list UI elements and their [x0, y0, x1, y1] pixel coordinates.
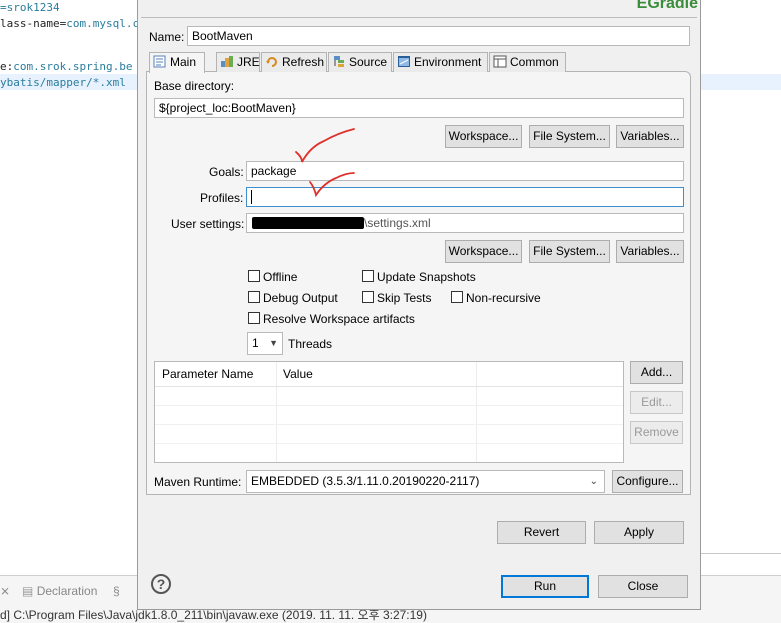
jre-icon	[220, 55, 234, 68]
threads-label: Threads	[288, 337, 333, 351]
declaration-icon: ▤	[22, 584, 34, 598]
chevron-down-icon: ▼	[269, 338, 278, 348]
help-icon[interactable]: ?	[151, 574, 171, 594]
close-button[interactable]: Close	[598, 575, 688, 598]
header-divider	[155, 386, 623, 387]
skip-tests-label: Skip Tests	[377, 291, 432, 305]
resolve-workspace-label: Resolve Workspace artifacts	[263, 312, 415, 326]
goals-label: Goals:	[209, 165, 244, 179]
column-header-value[interactable]: Value	[276, 362, 476, 386]
row-divider	[155, 424, 623, 425]
code-line-2: lass-name=com.mysql.c	[0, 17, 140, 30]
maven-runtime-value: EMBEDDED (3.5.3/1.11.0.20190220-2117)	[251, 474, 480, 488]
remove-button[interactable]: Remove	[630, 421, 683, 444]
code-line-3: e:com.srok.spring.be	[0, 60, 133, 73]
plugin-title: EGradle	[636, 0, 698, 12]
resolve-workspace-checkbox[interactable]	[248, 312, 260, 324]
update-snapshots-checkbox[interactable]	[362, 270, 374, 282]
search-tab-icon[interactable]: §	[113, 584, 120, 598]
revert-button[interactable]: Revert	[497, 521, 586, 544]
tab-environment[interactable]: Environment	[393, 52, 488, 72]
user-settings-label: User settings:	[171, 217, 245, 231]
debug-output-checkbox[interactable]	[248, 291, 260, 303]
tab-source-label: Source	[349, 55, 388, 69]
configure-button[interactable]: Configure...	[612, 470, 683, 493]
column-divider	[276, 362, 277, 462]
tab-refresh-label: Refresh	[282, 55, 325, 69]
row-divider	[155, 443, 623, 444]
column-divider	[476, 362, 477, 462]
apply-button[interactable]: Apply	[594, 521, 684, 544]
non-recursive-label: Non-recursive	[466, 291, 541, 305]
column-header-parameter-name[interactable]: Parameter Name	[155, 362, 276, 386]
goals-field[interactable]: package	[246, 161, 684, 181]
redacted-path	[252, 217, 364, 229]
code-editor: =srok1234 lass-name=com.mysql.c e:com.sr…	[0, 0, 140, 575]
threads-select[interactable]: 1 ▼	[247, 332, 283, 355]
tab-jre-label: JRE	[237, 55, 260, 69]
source-icon	[332, 55, 346, 68]
declaration-tab[interactable]: ▤ Declaration	[22, 584, 97, 598]
code-line-1: =srok1234	[0, 1, 60, 14]
environment-icon	[397, 55, 411, 68]
maven-runtime-select[interactable]: EMBEDDED (3.5.3/1.11.0.20190220-2117) ⌄	[246, 470, 605, 493]
editor-right-divider	[701, 553, 781, 554]
update-snapshots-label: Update Snapshots	[377, 270, 476, 284]
variables-button[interactable]: Variables...	[616, 125, 684, 148]
code-line-4: ybatis/mapper/*.xml	[0, 76, 126, 89]
workspace-button-2[interactable]: Workspace...	[445, 240, 522, 263]
tab-main-label: Main	[170, 55, 197, 69]
run-button[interactable]: Run	[501, 575, 589, 598]
base-directory-field[interactable]: ${project_loc:BootMaven}	[154, 98, 684, 118]
file-system-button[interactable]: File System...	[529, 125, 610, 148]
dialog-top-divider	[141, 17, 697, 18]
profiles-label: Profiles:	[200, 191, 244, 205]
tab-common-label: Common	[510, 55, 559, 69]
tab-common[interactable]: Common	[489, 52, 566, 72]
file-system-button-2[interactable]: File System...	[529, 240, 610, 263]
tab-jre[interactable]: JRE	[216, 52, 260, 72]
chevron-down-icon: ⌄	[589, 476, 598, 487]
common-icon	[493, 55, 507, 68]
workspace-button[interactable]: Workspace...	[445, 125, 522, 148]
tab-environment-label: Environment	[414, 55, 482, 69]
name-label: Name:	[149, 30, 185, 44]
refresh-icon	[265, 55, 279, 68]
add-button[interactable]: Add...	[630, 361, 683, 384]
offline-label: Offline	[263, 270, 298, 284]
offline-checkbox[interactable]	[248, 270, 260, 282]
name-field[interactable]: BootMaven	[187, 26, 690, 46]
edit-button[interactable]: Edit...	[630, 391, 683, 414]
main-tab-icon	[153, 55, 167, 68]
variables-button-2[interactable]: Variables...	[616, 240, 684, 263]
non-recursive-checkbox[interactable]	[451, 291, 463, 303]
skip-tests-checkbox[interactable]	[362, 291, 374, 303]
close-icon[interactable]: ⨯	[0, 584, 10, 598]
threads-value: 1	[252, 336, 259, 350]
text-cursor	[251, 190, 252, 204]
tab-refresh[interactable]: Refresh	[261, 52, 327, 72]
declaration-tab-label: Declaration	[36, 584, 98, 598]
tab-main[interactable]: Main	[149, 52, 205, 73]
maven-runtime-label: Maven Runtime:	[154, 475, 242, 489]
profiles-field[interactable]	[246, 187, 684, 207]
parameter-table[interactable]: Parameter Name Value	[154, 361, 624, 463]
debug-output-label: Debug Output	[263, 291, 338, 305]
row-divider	[155, 405, 623, 406]
current-line-highlight-right	[701, 74, 781, 90]
base-directory-label: Base directory:	[154, 79, 235, 93]
tab-source[interactable]: Source	[328, 52, 392, 72]
